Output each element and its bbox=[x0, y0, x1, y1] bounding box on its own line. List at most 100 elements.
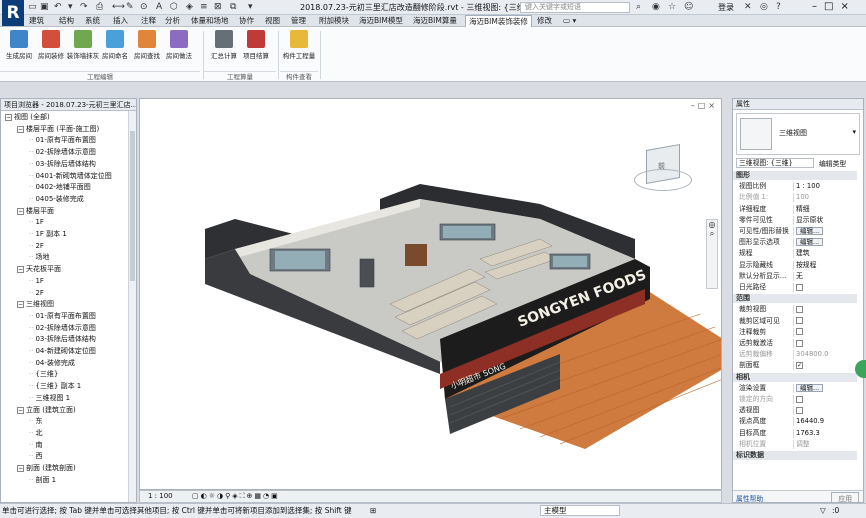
tree-item[interactable]: ·· 剖面 1 bbox=[29, 476, 56, 485]
tree-item[interactable]: − 楼层平面 bbox=[17, 207, 54, 216]
property-value[interactable]: 编辑... bbox=[793, 383, 855, 393]
tree-item[interactable]: ·· 01-原有平面布置图 bbox=[29, 312, 96, 321]
view-scale[interactable]: 1 : 100 bbox=[148, 491, 173, 502]
tree-item[interactable]: − 立面 (建筑立面) bbox=[17, 406, 76, 415]
property-value[interactable]: 显示原状 bbox=[793, 215, 855, 225]
help-icon[interactable]: ? bbox=[776, 2, 781, 13]
exchange-icon[interactable]: ✕ bbox=[744, 2, 752, 13]
design-option-select[interactable]: 主模型 bbox=[540, 505, 620, 516]
property-value[interactable] bbox=[793, 316, 855, 326]
tab-4[interactable]: 注释 bbox=[138, 15, 159, 27]
tree-item[interactable]: − 视图 (全部) bbox=[5, 113, 50, 122]
tree-item[interactable]: ·· 0402-地铺平面图 bbox=[29, 183, 91, 192]
tree-item[interactable]: ·· 04-新建砌体定位图 bbox=[29, 347, 96, 356]
workset-icon[interactable]: ⊞ bbox=[370, 504, 376, 518]
tab-5[interactable]: 分析 bbox=[162, 15, 183, 27]
tree-item[interactable]: ·· 东 bbox=[29, 417, 42, 426]
property-category[interactable]: 相机 bbox=[733, 372, 857, 382]
property-value[interactable]: 100 bbox=[793, 193, 855, 203]
property-value[interactable]: 无 bbox=[793, 271, 855, 281]
tree-item[interactable]: ·· 02-拆除墙体示意图 bbox=[29, 324, 96, 333]
edit-button[interactable]: 编辑... bbox=[796, 227, 824, 235]
undo-icon[interactable]: ↶ bbox=[54, 2, 62, 13]
collapse-toggle-icon[interactable]: − bbox=[17, 125, 24, 133]
collapse-toggle-icon[interactable]: − bbox=[17, 406, 24, 414]
tree-item[interactable]: ·· 1F 副本 1 bbox=[29, 230, 67, 239]
user-icon[interactable]: ☺ bbox=[684, 2, 693, 13]
property-value[interactable]: 编辑... bbox=[793, 238, 855, 248]
property-value[interactable] bbox=[793, 305, 855, 315]
tree-item[interactable]: ·· 北 bbox=[29, 429, 42, 438]
apply-button[interactable]: 应用 bbox=[831, 492, 859, 502]
tree-item[interactable]: ·· 03-拆除后墙体结构 bbox=[29, 335, 96, 344]
ribbon-button-7[interactable]: 项目结算 bbox=[240, 30, 272, 60]
undo-dropdown-icon[interactable]: ▾ bbox=[68, 2, 73, 13]
edit-button[interactable]: 编辑... bbox=[796, 238, 824, 247]
property-checkbox[interactable] bbox=[796, 395, 803, 403]
property-value[interactable] bbox=[793, 406, 855, 416]
tab-7[interactable]: 协作 bbox=[236, 15, 257, 27]
tree-item[interactable]: ·· {三维} 副本 1 bbox=[29, 382, 81, 391]
tab-3[interactable]: 插入 bbox=[110, 15, 131, 27]
a360-icon[interactable]: ◎ bbox=[760, 2, 768, 13]
type-selector[interactable]: 三维视图 ▾ bbox=[736, 113, 860, 155]
instance-selector[interactable]: 三维视图: {三维} bbox=[736, 158, 814, 168]
tree-item[interactable]: − 剖面 (建筑剖面) bbox=[17, 464, 76, 473]
collapse-toggle-icon[interactable]: − bbox=[17, 301, 24, 309]
text-icon[interactable]: A bbox=[156, 2, 162, 13]
ribbon-button-5[interactable]: 房间做法 bbox=[163, 30, 195, 60]
property-value[interactable]: 304800.0 bbox=[793, 350, 855, 360]
3d-icon[interactable]: ⬡ bbox=[170, 2, 178, 13]
side-floating-tab[interactable] bbox=[855, 360, 866, 378]
property-checkbox[interactable] bbox=[796, 328, 803, 336]
tab-0[interactable]: 建筑 bbox=[26, 15, 47, 27]
property-checkbox[interactable] bbox=[796, 317, 803, 325]
tree-item[interactable]: ·· 西 bbox=[29, 452, 42, 461]
steering-wheel-icon[interactable]: ◎ bbox=[707, 220, 717, 229]
tree-item[interactable]: ·· 1F bbox=[29, 218, 44, 227]
collapse-toggle-icon[interactable]: − bbox=[5, 114, 12, 121]
property-category[interactable]: 标识数据 bbox=[733, 451, 857, 460]
collapse-toggle-icon[interactable]: − bbox=[17, 465, 24, 472]
tab-2[interactable]: 系统 bbox=[82, 15, 103, 27]
property-value[interactable] bbox=[793, 327, 855, 337]
tree-item[interactable]: ·· 0401-新砌筑墙体定位图 bbox=[29, 172, 112, 181]
edit-type-button[interactable]: 编辑类型 bbox=[819, 158, 846, 168]
tab-10[interactable]: 附加模块 bbox=[316, 15, 352, 27]
tree-item[interactable]: ·· 2F bbox=[29, 242, 44, 251]
tree-item[interactable]: ·· 0405-装修完成 bbox=[29, 195, 84, 204]
star-icon[interactable]: ☆ bbox=[668, 2, 676, 13]
save-icon[interactable]: ▣ bbox=[40, 2, 49, 13]
tab-11[interactable]: 海迈BIM模型 bbox=[356, 15, 406, 27]
properties-help-link[interactable]: 属性帮助 bbox=[736, 493, 763, 502]
collapse-toggle-icon[interactable]: − bbox=[17, 266, 24, 274]
edit-button[interactable]: 编辑... bbox=[796, 383, 824, 392]
property-category[interactable]: 图形 bbox=[733, 171, 857, 180]
property-value[interactable]: 1 : 100 bbox=[793, 182, 855, 192]
property-checkbox[interactable] bbox=[796, 283, 803, 291]
tree-item[interactable]: ·· 01-原有平面布置图 bbox=[29, 136, 96, 145]
property-category[interactable]: 范围 bbox=[733, 294, 857, 304]
tree-item[interactable]: ·· 02-拆除墙体示意图 bbox=[29, 148, 96, 157]
property-value[interactable]: 按规程 bbox=[793, 260, 855, 270]
tab-14[interactable]: 修改 bbox=[534, 15, 555, 27]
tab-6[interactable]: 体量和场地 bbox=[188, 15, 232, 27]
property-checkbox[interactable] bbox=[796, 339, 803, 347]
tree-item[interactable]: − 三维视图 bbox=[17, 300, 54, 309]
open-icon[interactable]: ▭ bbox=[28, 2, 37, 13]
property-value[interactable]: 16440.9 bbox=[793, 417, 855, 427]
print-icon[interactable]: ⎙ bbox=[96, 2, 103, 13]
tab-9[interactable]: 管理 bbox=[288, 15, 309, 27]
property-value[interactable]: ✓ bbox=[793, 361, 855, 371]
dimension-icon[interactable]: ✎ bbox=[126, 2, 134, 13]
tree-item[interactable]: − 天花板平面 bbox=[17, 265, 61, 274]
property-value[interactable]: 建筑 bbox=[793, 249, 855, 259]
collapse-toggle-icon[interactable]: − bbox=[17, 207, 24, 215]
tab-12[interactable]: 海迈BIM算量 bbox=[410, 15, 460, 27]
redo-icon[interactable]: ↷ bbox=[80, 2, 88, 13]
property-value[interactable]: 精细 bbox=[793, 204, 855, 214]
navigation-bar[interactable]: ◎ ⌕ bbox=[706, 219, 718, 289]
close-hidden-icon[interactable]: ⊠ bbox=[214, 2, 222, 13]
tree-item[interactable]: − 楼层平面 (平面-施工图) bbox=[17, 125, 99, 134]
tree-item[interactable]: ·· 场地 bbox=[29, 253, 49, 262]
